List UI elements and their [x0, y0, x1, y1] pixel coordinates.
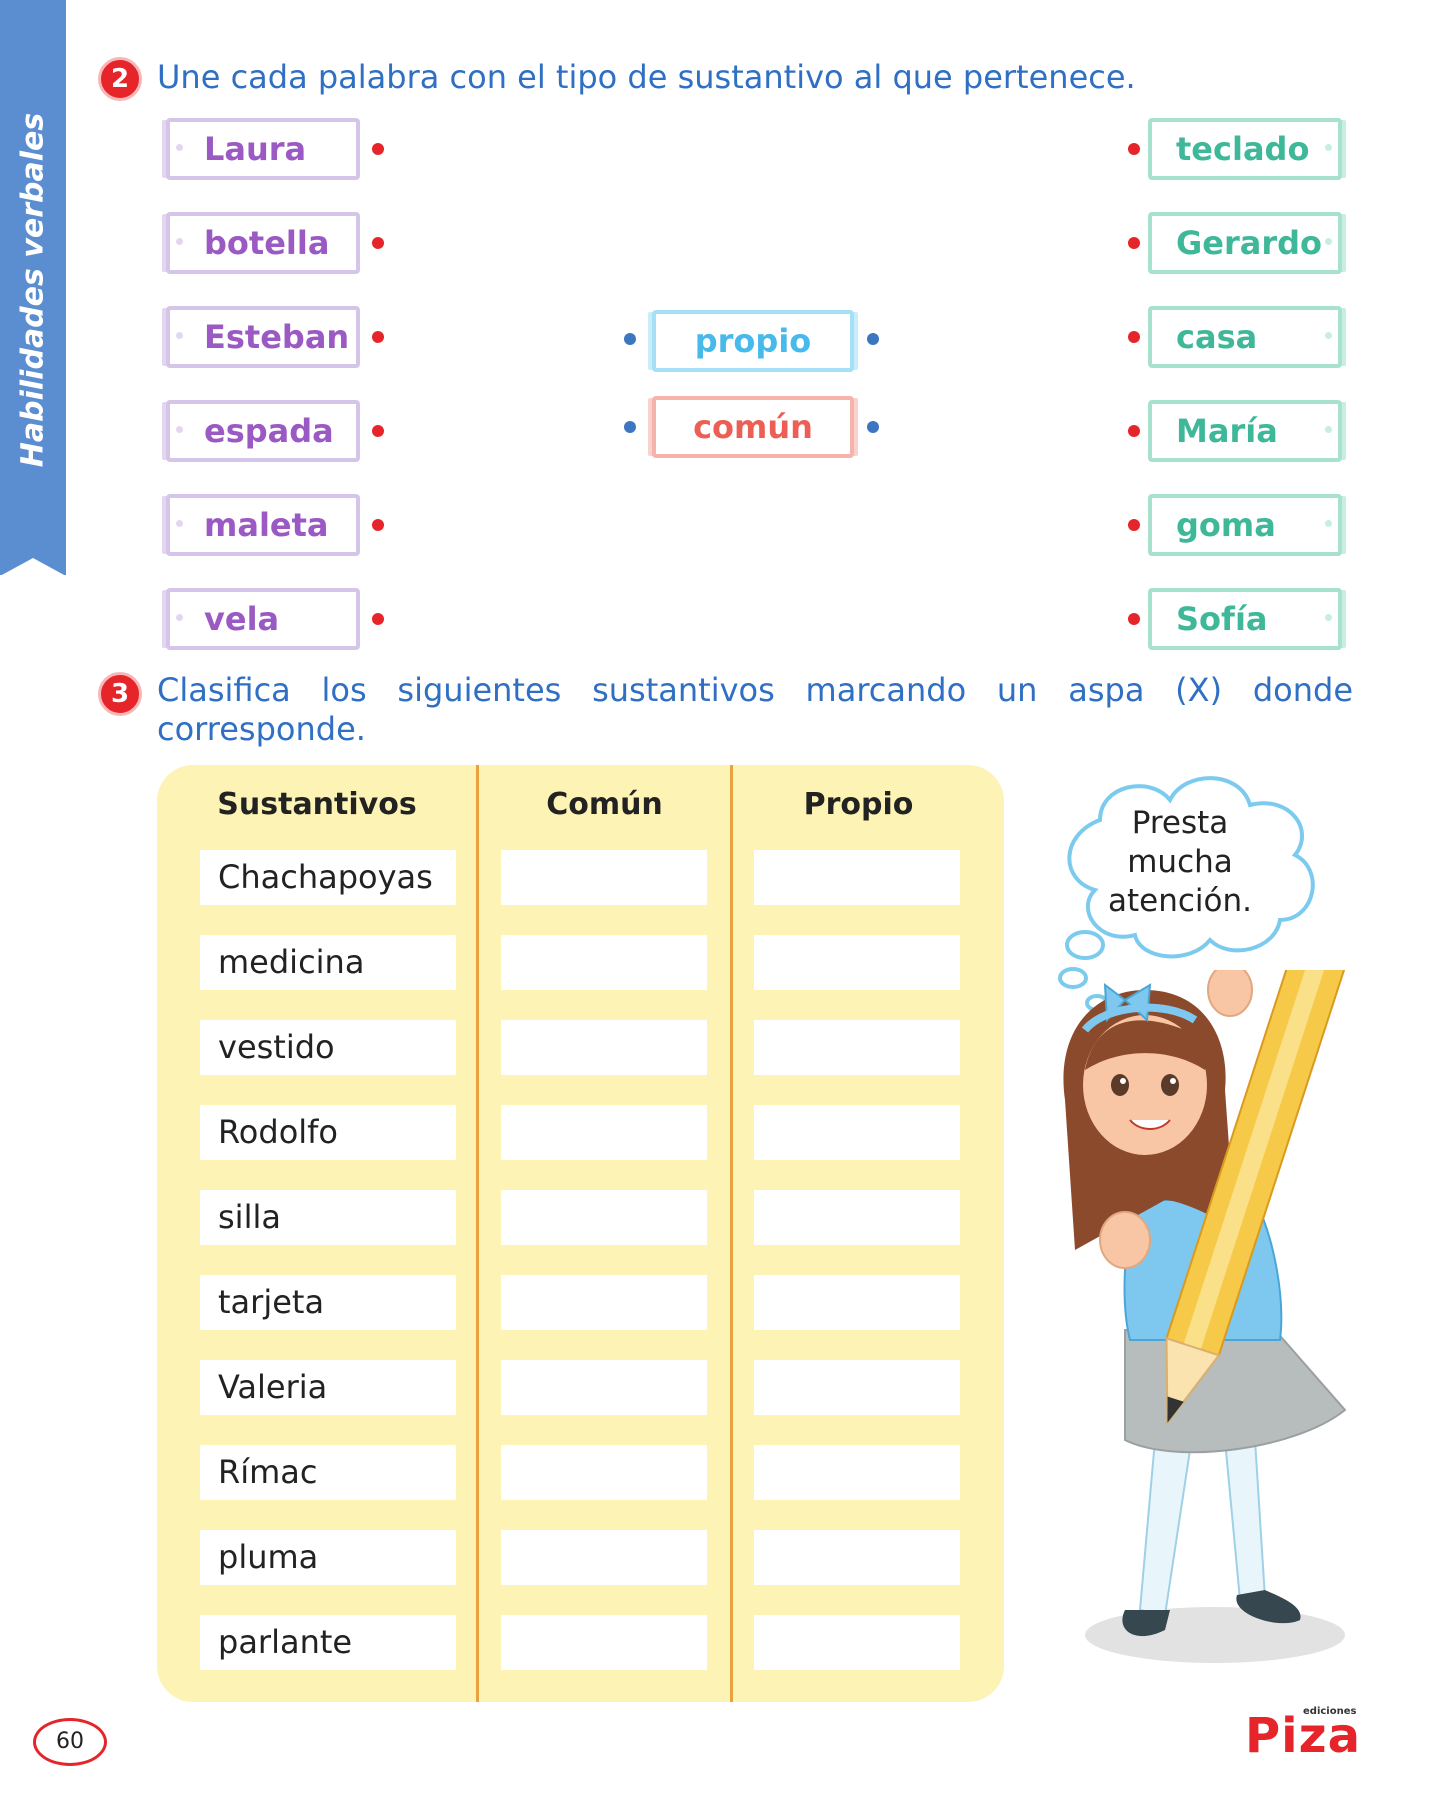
propio-answer-box[interactable]	[754, 1530, 960, 1585]
comun-answer-box[interactable]	[501, 1530, 707, 1585]
left-word-tag: vela	[166, 588, 360, 650]
table-row-word: Rodolfo	[200, 1105, 456, 1160]
header-sustantivos: Sustantivos	[217, 787, 417, 822]
right-word-tag: teclado	[1148, 118, 1342, 180]
girl-with-pencil-illustration	[1063, 970, 1350, 1663]
table-row-word: parlante	[200, 1615, 456, 1670]
right-word-tag: goma	[1148, 494, 1342, 556]
classification-table: Sustantivos Común Propio Chachapoyas med…	[157, 765, 1004, 1702]
connect-dot[interactable]	[1128, 613, 1140, 625]
left-word-tag: botella	[166, 212, 360, 274]
connect-dot[interactable]	[372, 613, 384, 625]
connect-dot[interactable]	[372, 237, 384, 249]
connect-dot[interactable]	[372, 519, 384, 531]
comun-answer-box[interactable]	[501, 1445, 707, 1500]
table-row-word: silla	[200, 1190, 456, 1245]
comun-answer-box[interactable]	[501, 1360, 707, 1415]
column-divider	[730, 765, 733, 1702]
connect-dot[interactable]	[1128, 519, 1140, 531]
connect-dot[interactable]	[372, 331, 384, 343]
comun-answer-box[interactable]	[501, 1275, 707, 1330]
connect-dot[interactable]	[624, 421, 636, 433]
table-row-word: Rímac	[200, 1445, 456, 1500]
header-comun: Común	[546, 787, 663, 822]
right-word-tag: Gerardo	[1148, 212, 1342, 274]
type-tag-comun: común	[652, 396, 854, 458]
propio-answer-box[interactable]	[754, 935, 960, 990]
exercise-3-number: 3	[98, 672, 142, 716]
connect-dot[interactable]	[1128, 237, 1140, 249]
right-word-tag: María	[1148, 400, 1342, 462]
exercise-2-number: 2	[98, 57, 142, 101]
table-row-word: Valeria	[200, 1360, 456, 1415]
left-word-tag: maleta	[166, 494, 360, 556]
propio-answer-box[interactable]	[754, 1360, 960, 1415]
connect-dot[interactable]	[372, 143, 384, 155]
page-number: 60	[33, 1718, 107, 1766]
side-tab-label: Habilidades verbales	[15, 112, 51, 468]
table-row-word: medicina	[200, 935, 456, 990]
connect-dot[interactable]	[867, 333, 879, 345]
left-word-tag: espada	[166, 400, 360, 462]
comun-answer-box[interactable]	[501, 1190, 707, 1245]
table-row-word: Chachapoyas	[200, 850, 456, 905]
propio-answer-box[interactable]	[754, 1445, 960, 1500]
comun-answer-box[interactable]	[501, 850, 707, 905]
connect-dot[interactable]	[1128, 331, 1140, 343]
column-divider	[476, 765, 479, 1702]
connect-dot[interactable]	[1128, 425, 1140, 437]
propio-answer-box[interactable]	[754, 1615, 960, 1670]
connect-dot[interactable]	[1128, 143, 1140, 155]
connect-dot[interactable]	[372, 425, 384, 437]
propio-answer-box[interactable]	[754, 1105, 960, 1160]
table-row-word: tarjeta	[200, 1275, 456, 1330]
left-word-tag: Laura	[166, 118, 360, 180]
thought-line: atención.	[1108, 883, 1252, 919]
comun-answer-box[interactable]	[501, 1020, 707, 1075]
brand-logo: Piza	[1245, 1708, 1361, 1764]
comun-answer-box[interactable]	[501, 1615, 707, 1670]
thought-line: Presta	[1131, 805, 1229, 841]
side-tab: Habilidades verbales	[0, 0, 66, 576]
comun-answer-box[interactable]	[501, 1105, 707, 1160]
exercise-2-instruction: Une cada palabra con el tipo de sustanti…	[157, 58, 1136, 96]
exercise-3-instruction-line1: Clasifica los siguientes sustantivos mar…	[157, 671, 1353, 709]
propio-answer-box[interactable]	[754, 1020, 960, 1075]
right-word-tag: casa	[1148, 306, 1342, 368]
propio-answer-box[interactable]	[754, 1190, 960, 1245]
comun-answer-box[interactable]	[501, 935, 707, 990]
propio-answer-box[interactable]	[754, 1275, 960, 1330]
thought-text: Presta mucha atención.	[1050, 804, 1310, 921]
table-row-word: pluma	[200, 1530, 456, 1585]
left-word-tag: Esteban	[166, 306, 360, 368]
header-propio: Propio	[803, 787, 914, 822]
thought-line: mucha	[1127, 844, 1233, 880]
propio-answer-box[interactable]	[754, 850, 960, 905]
type-tag-propio: propio	[652, 310, 854, 372]
connect-dot[interactable]	[624, 333, 636, 345]
right-word-tag: Sofía	[1148, 588, 1342, 650]
exercise-3-instruction-line2: corresponde.	[157, 710, 366, 748]
connect-dot[interactable]	[867, 421, 879, 433]
table-row-word: vestido	[200, 1020, 456, 1075]
